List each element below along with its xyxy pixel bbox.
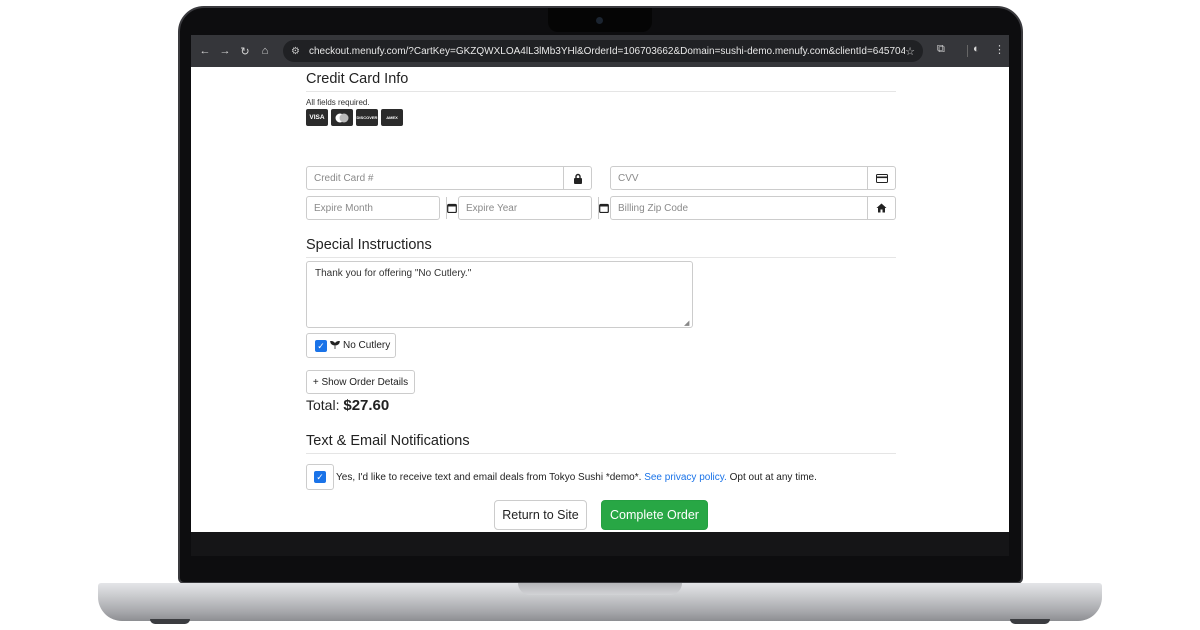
expire-month-input[interactable] <box>307 197 446 219</box>
no-cutlery-checkbox[interactable]: ✓ <box>315 339 327 352</box>
site-info-icon[interactable]: ⚙ <box>291 46 305 57</box>
billing-zip-field[interactable] <box>610 196 896 220</box>
card-number-input[interactable] <box>307 167 563 189</box>
mastercard-logo-icon <box>331 109 353 126</box>
notifications-checkbox[interactable]: ✓ <box>314 471 326 483</box>
menu-dots-icon[interactable]: ⋮ <box>994 43 1005 56</box>
extensions-icon[interactable]: ⧉ <box>937 43 945 56</box>
no-cutlery-toggle[interactable]: ✓ No Cutlery <box>306 333 396 358</box>
discover-logo-icon: DISCOVER <box>356 109 378 126</box>
return-to-site-button[interactable]: Return to Site <box>494 500 587 530</box>
calendar-icon <box>598 197 609 219</box>
no-cutlery-label: No Cutlery <box>343 340 391 351</box>
browser-window: ← → ↻ ⌂ ⚙ checkout.menufy.com/?CartKey=G… <box>191 35 1009 532</box>
complete-order-button[interactable]: Complete Order <box>601 500 708 530</box>
billing-zip-input[interactable] <box>611 197 867 219</box>
url-text[interactable]: checkout.menufy.com/?CartKey=GKZQWXLOA4l… <box>309 46 905 57</box>
special-instructions-heading: Special Instructions <box>306 237 896 258</box>
bookmark-star-icon[interactable]: ☆ <box>905 45 915 58</box>
home-icon[interactable]: ⌂ <box>255 45 275 57</box>
expire-year-field[interactable] <box>458 196 609 220</box>
reload-icon[interactable]: ↻ <box>235 45 255 58</box>
required-note: All fields required. <box>306 98 370 107</box>
expire-month-field[interactable] <box>306 196 457 220</box>
cvv-input[interactable] <box>611 167 867 189</box>
notifications-heading: Text & Email Notifications <box>306 433 896 454</box>
visa-logo-icon: VISA <box>306 109 328 126</box>
laptop-foot <box>150 619 190 624</box>
card-number-field[interactable] <box>306 166 592 190</box>
opt-out-text: Opt out at any time. <box>729 472 817 483</box>
camera-icon <box>596 17 603 24</box>
back-arrow-icon[interactable]: ← <box>195 45 215 57</box>
total-value: $27.60 <box>343 397 390 414</box>
consent-text: Yes, I'd like to receive text and email … <box>336 472 642 483</box>
forward-arrow-icon[interactable]: → <box>215 45 235 57</box>
cvv-field[interactable] <box>610 166 896 190</box>
notifications-toggle[interactable]: ✓ <box>306 464 334 490</box>
address-bar[interactable]: ⚙ checkout.menufy.com/?CartKey=GKZQWXLOA… <box>283 40 923 62</box>
laptop-opening-lip <box>518 583 682 595</box>
calendar-icon <box>446 197 457 219</box>
profile-avatar-icon[interactable]: ◐ <box>973 43 980 55</box>
laptop-foot <box>1010 619 1050 624</box>
browser-toolbar: ← → ↻ ⌂ ⚙ checkout.menufy.com/?CartKey=G… <box>191 35 1009 67</box>
screen-bezel <box>191 532 1009 556</box>
leaf-icon <box>330 340 340 352</box>
special-instructions-textarea[interactable]: Thank you for offering "No Cutlery." <box>306 261 693 328</box>
credit-card-icon <box>867 167 895 189</box>
lock-icon <box>563 167 591 189</box>
order-total: Total: $27.60 <box>306 397 389 414</box>
card-logos: VISA DISCOVER AMEX <box>306 109 403 126</box>
total-label: Total: <box>306 397 340 413</box>
credit-card-heading: Credit Card Info <box>306 71 896 92</box>
notifications-consent: Yes, I'd like to receive text and email … <box>336 472 817 483</box>
amex-logo-icon: AMEX <box>381 109 403 126</box>
show-order-details-button[interactable]: + Show Order Details <box>306 370 415 394</box>
home-icon <box>867 197 895 219</box>
privacy-policy-link[interactable]: See privacy policy. <box>644 472 727 483</box>
expire-year-input[interactable] <box>459 197 598 219</box>
resize-handle-icon[interactable]: ◢ <box>684 319 689 327</box>
